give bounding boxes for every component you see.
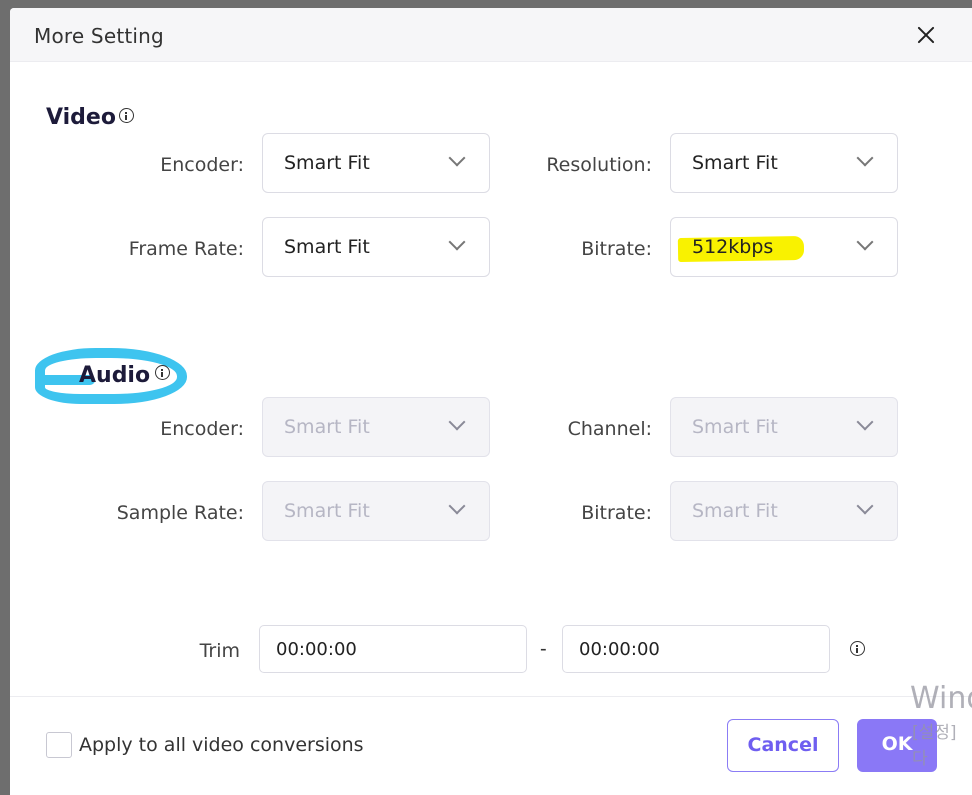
apply-all-checkbox[interactable] [46, 732, 72, 758]
video-bitrate-label: Bitrate: [581, 238, 652, 260]
watermark-line-3: 다 [912, 749, 928, 769]
dialog-title: More Setting [34, 24, 164, 48]
audio-bitrate-value: Smart Fit [692, 500, 778, 522]
chevron-down-icon [856, 497, 874, 515]
chevron-down-icon [856, 233, 874, 251]
audio-section-title: Audio [79, 363, 151, 388]
video-frame-rate-value: Smart Fit [284, 236, 370, 258]
close-icon[interactable] [915, 24, 937, 46]
audio-sample-rate-label: Sample Rate: [116, 502, 244, 524]
trim-separator: - [540, 638, 547, 660]
video-resolution-label: Resolution: [546, 154, 652, 176]
trim-end-input[interactable] [562, 625, 830, 673]
apply-all-label[interactable]: Apply to all video conversions [79, 734, 364, 756]
audio-channel-select[interactable]: Smart Fit [670, 397, 898, 457]
audio-channel-label: Channel: [567, 418, 652, 440]
audio-sample-rate-value: Smart Fit [284, 500, 370, 522]
audio-encoder-value: Smart Fit [284, 416, 370, 438]
trim-label: Trim [199, 640, 240, 662]
more-setting-dialog: More Setting Video Encoder: Smart Fit Re… [10, 8, 972, 795]
info-icon[interactable] [119, 108, 134, 123]
windows-watermark-subtext: [설정] 다 [912, 720, 957, 772]
audio-bitrate-label: Bitrate: [581, 502, 652, 524]
video-encoder-value: Smart Fit [284, 152, 370, 174]
video-encoder-label: Encoder: [160, 154, 244, 176]
info-icon[interactable] [155, 365, 170, 380]
chevron-down-icon [856, 149, 874, 167]
dialog-titlebar: More Setting [10, 8, 972, 62]
windows-watermark-text: Wind [910, 681, 972, 716]
watermark-line-2: [설정] [912, 723, 957, 743]
video-resolution-select[interactable]: Smart Fit [670, 133, 898, 193]
chevron-down-icon [856, 413, 874, 431]
audio-encoder-label: Encoder: [160, 418, 244, 440]
video-frame-rate-label: Frame Rate: [128, 238, 244, 260]
audio-channel-value: Smart Fit [692, 416, 778, 438]
video-section-title: Video [46, 105, 116, 130]
video-bitrate-highlighted-text: 512kbps [692, 236, 774, 258]
audio-bitrate-select[interactable]: Smart Fit [670, 481, 898, 541]
trim-start-input[interactable] [259, 625, 527, 673]
footer-divider [10, 696, 972, 697]
info-icon[interactable] [850, 641, 865, 656]
cancel-button[interactable]: Cancel [727, 719, 839, 772]
video-resolution-value: Smart Fit [692, 152, 778, 174]
